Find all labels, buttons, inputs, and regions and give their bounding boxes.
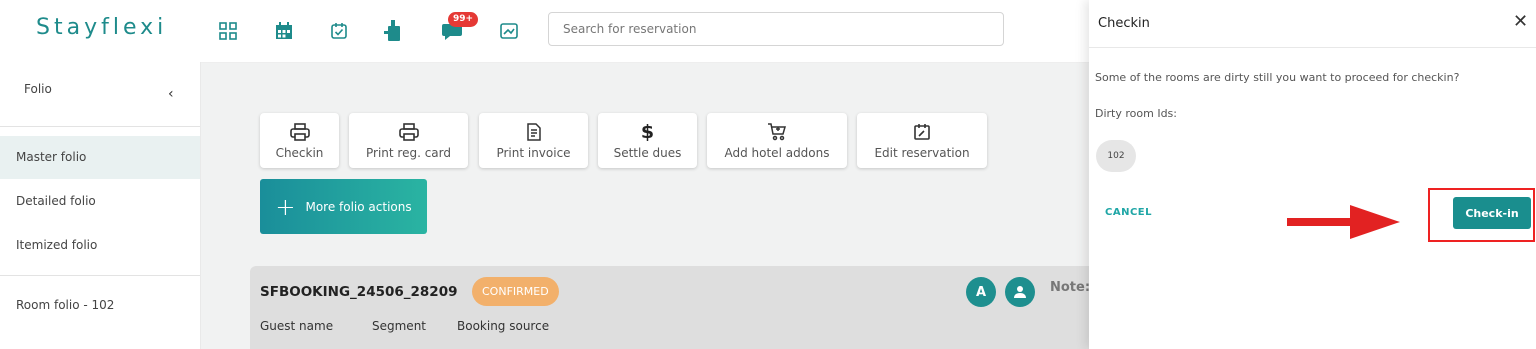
sidebar-divider xyxy=(0,126,200,127)
housekeeping-icon[interactable] xyxy=(381,18,407,44)
dirty-room-chip: 102 xyxy=(1096,140,1136,172)
annotation-arrow-icon xyxy=(1287,205,1400,239)
cancel-button[interactable]: CANCEL xyxy=(1105,207,1152,218)
reservation-search[interactable] xyxy=(548,12,1004,46)
edit-calendar-icon xyxy=(913,122,931,142)
notes-label: Note: xyxy=(1050,280,1091,295)
calendar-icon[interactable] xyxy=(271,18,297,44)
print-reg-card-button[interactable]: Print reg. card xyxy=(349,113,468,168)
confirm-checkin-button[interactable]: Check-in xyxy=(1453,197,1531,229)
print-invoice-label: Print invoice xyxy=(496,145,571,160)
brand-logo[interactable]: Stayflexi xyxy=(36,15,167,40)
plus-icon: + xyxy=(275,192,296,221)
printer-icon xyxy=(398,122,419,142)
sidebar-divider xyxy=(0,275,200,276)
column-segment: Segment xyxy=(372,319,426,333)
avatar[interactable]: A xyxy=(966,277,996,307)
search-input[interactable] xyxy=(549,13,1003,45)
checkin-dialog: Checkin ✕ Some of the rooms are dirty st… xyxy=(1089,0,1536,349)
checklist-icon[interactable] xyxy=(326,18,352,44)
sidebar-title: Folio xyxy=(24,82,52,96)
dialog-message: Some of the rooms are dirty still you wa… xyxy=(1095,71,1460,84)
status-badge: CONFIRMED xyxy=(472,277,559,306)
more-folio-actions-button[interactable]: + More folio actions xyxy=(260,179,427,234)
checkin-label: Checkin xyxy=(275,145,324,160)
more-folio-actions-label: More folio actions xyxy=(305,199,412,214)
checkin-button[interactable]: Checkin xyxy=(260,113,339,168)
close-icon[interactable]: ✕ xyxy=(1513,13,1528,31)
edit-reservation-button[interactable]: Edit reservation xyxy=(857,113,987,168)
booking-id: SFBOOKING_24506_28209 xyxy=(260,284,458,300)
add-hotel-addons-label: Add hotel addons xyxy=(724,145,830,160)
folio-sidebar: Folio ‹ Master folio Detailed folio Item… xyxy=(0,62,201,349)
dialog-divider xyxy=(1089,47,1536,48)
invoice-icon xyxy=(526,122,542,142)
collapse-chevron-icon[interactable]: ‹ xyxy=(168,86,174,102)
notification-badge: 99+ xyxy=(448,12,479,27)
column-booking-source: Booking source xyxy=(457,319,550,333)
dashboard-icon[interactable] xyxy=(215,18,241,44)
column-guest-name: Guest name xyxy=(260,319,334,333)
print-reg-card-label: Print reg. card xyxy=(365,145,451,160)
top-bar: Stayflexi 99+ xyxy=(0,0,1090,63)
dollar-icon: $ xyxy=(640,120,655,143)
edit-reservation-label: Edit reservation xyxy=(874,145,970,160)
dirty-rooms-label: Dirty room Ids: xyxy=(1095,107,1177,120)
user-icon[interactable] xyxy=(1005,277,1035,307)
cart-icon xyxy=(767,122,787,142)
settle-dues-label: Settle dues xyxy=(613,145,682,160)
add-hotel-addons-button[interactable]: Add hotel addons xyxy=(707,113,847,168)
print-invoice-button[interactable]: Print invoice xyxy=(479,113,588,168)
reports-icon[interactable] xyxy=(496,18,522,44)
sidebar-item-master-folio[interactable]: Master folio xyxy=(0,136,200,179)
dialog-title: Checkin xyxy=(1098,16,1150,31)
sidebar-item-detailed-folio[interactable]: Detailed folio xyxy=(0,180,200,223)
printer-icon xyxy=(289,122,310,142)
sidebar-item-room-folio[interactable]: Room folio - 102 xyxy=(0,284,200,327)
settle-dues-button[interactable]: $ Settle dues xyxy=(598,113,697,168)
booking-card: SFBOOKING_24506_28209 CONFIRMED A Note: … xyxy=(250,266,1090,349)
sidebar-item-itemized-folio[interactable]: Itemized folio xyxy=(0,224,200,267)
